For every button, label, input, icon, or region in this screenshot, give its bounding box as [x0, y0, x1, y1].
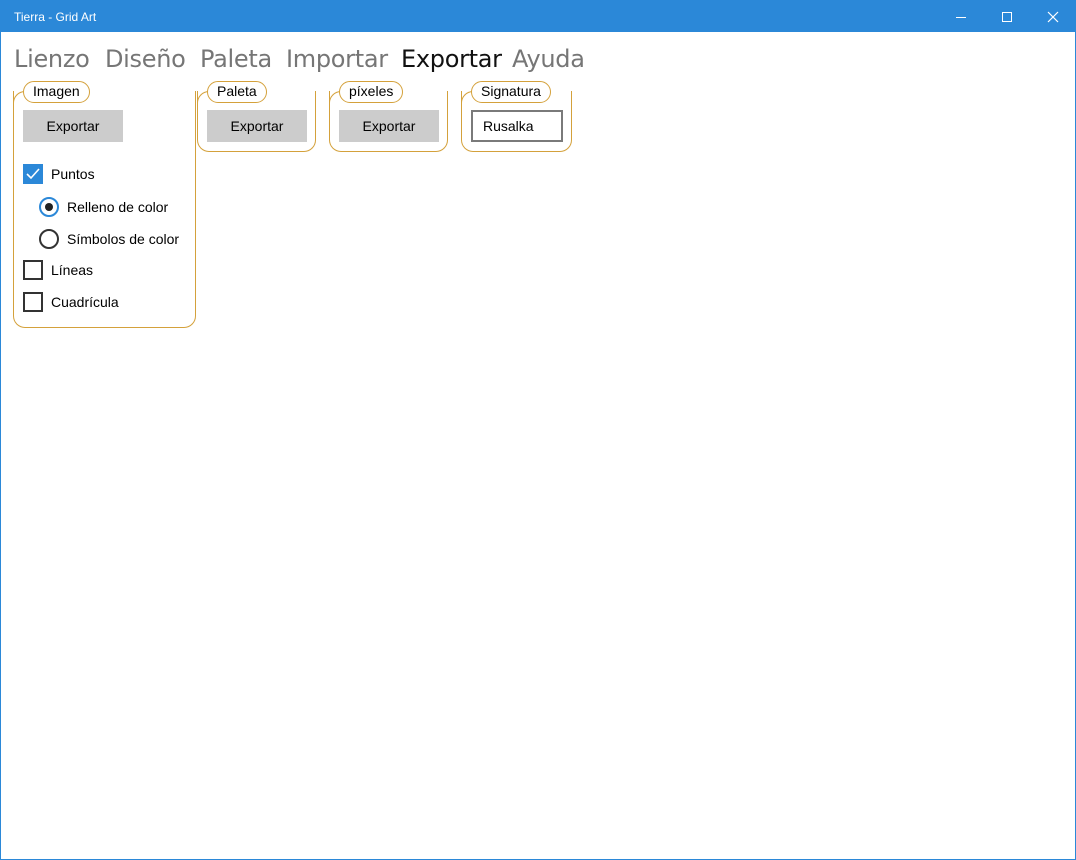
paleta-group-label: Paleta: [207, 81, 267, 103]
simbolos-radio[interactable]: [39, 229, 59, 249]
cuadricula-checkbox[interactable]: [23, 292, 43, 312]
minimize-icon: [956, 16, 966, 18]
cuadricula-label: Cuadrícula: [51, 294, 119, 310]
app-window: Tierra - Grid Art Lienzo Diseño Paleta I…: [0, 0, 1076, 860]
lineas-checkbox[interactable]: [23, 260, 43, 280]
export-pixels-button[interactable]: Exportar: [339, 110, 439, 142]
relleno-label: Relleno de color: [67, 199, 169, 215]
puntos-label: Puntos: [51, 166, 95, 182]
menu-item-diseno[interactable]: Diseño: [105, 45, 186, 73]
menu-item-importar[interactable]: Importar: [286, 45, 388, 73]
menu-item-lienzo[interactable]: Lienzo: [14, 45, 90, 73]
imagen-group-label: Imagen: [23, 81, 90, 103]
title-bar: Tierra - Grid Art: [1, 1, 1075, 32]
checkmark-icon: [26, 168, 40, 180]
export-image-button[interactable]: Exportar: [23, 110, 123, 142]
menu-item-ayuda[interactable]: Ayuda: [512, 45, 585, 73]
signature-input[interactable]: Rusalka: [471, 110, 563, 142]
lineas-label: Líneas: [51, 262, 94, 278]
minimize-button[interactable]: [938, 1, 984, 32]
maximize-button[interactable]: [984, 1, 1030, 32]
close-icon: [1047, 11, 1059, 22]
radio-dot-icon: [45, 203, 53, 211]
pixeles-group-label: píxeles: [339, 81, 404, 103]
puntos-checkbox[interactable]: [23, 164, 43, 184]
relleno-radio[interactable]: [39, 197, 59, 217]
menu-item-exportar[interactable]: Exportar: [401, 45, 502, 73]
menu-item-paleta[interactable]: Paleta: [200, 45, 272, 73]
signatura-group-label: Signatura: [471, 81, 551, 103]
close-button[interactable]: [1030, 1, 1076, 32]
window-title: Tierra - Grid Art: [14, 10, 97, 24]
export-palette-button[interactable]: Exportar: [207, 110, 307, 142]
maximize-icon: [1002, 11, 1012, 22]
simbolos-label: Símbolos de color: [67, 231, 180, 247]
